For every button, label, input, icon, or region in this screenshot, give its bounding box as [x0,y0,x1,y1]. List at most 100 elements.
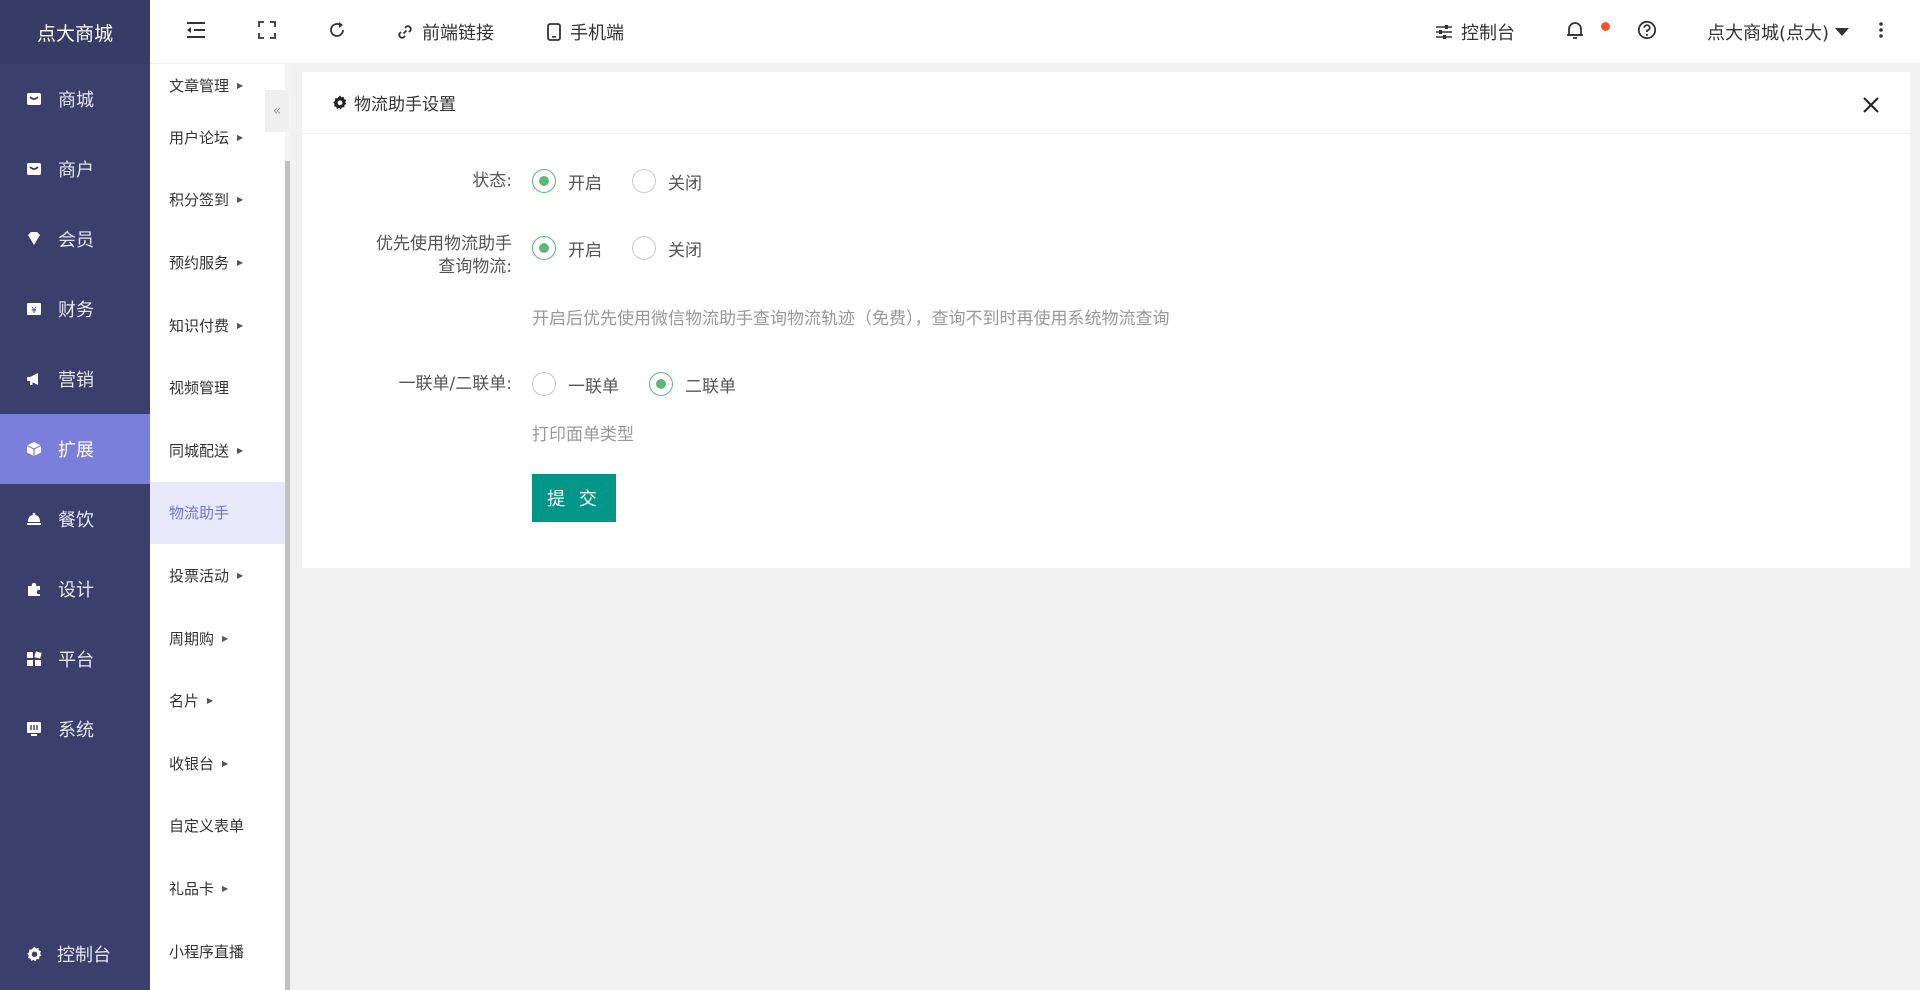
sidebar-item-merchant[interactable]: 商户 [0,134,150,204]
caret-right-icon: ▶ [237,257,244,267]
sidebar-item-platform[interactable]: 平台 [0,624,150,694]
menu-toggle-button[interactable] [186,0,206,64]
subnav-item-voting[interactable]: 投票活动 ▶ [150,544,285,607]
sidebar-item-label: 设计 [58,580,94,601]
sheet-type-label: 一联单/二联单: [398,374,512,394]
merchant-icon [26,161,42,177]
console-button[interactable]: 控制台 [1435,0,1515,64]
caret-right-icon: ▶ [237,80,244,90]
priority-label-line1: 优先使用物流助手 [376,234,512,254]
subnav-item-label: 预约服务 [169,253,230,272]
sliders-icon [1435,23,1453,41]
priority-off-radio[interactable]: 关闭 [632,236,702,261]
status-on-radio[interactable]: 开启 [532,169,602,194]
link-icon [396,23,414,41]
radio-label: 关闭 [668,240,702,261]
submit-button[interactable]: 提 交 [532,474,616,522]
subnav-item-label: 礼品卡 [169,879,215,898]
notification-button[interactable] [1566,0,1584,64]
caret-down-icon [1835,28,1850,36]
status-off-radio[interactable]: 关闭 [632,169,702,194]
sheet-double-radio[interactable]: 二联单 [649,372,736,397]
priority-label: 优先使用物流助手 查询物流: [302,233,512,279]
sidebar-item-dining[interactable]: 餐饮 [0,484,150,554]
sheet-type-hint: 打印面单类型 [532,425,634,445]
mobile-button[interactable]: 手机端 [546,0,624,64]
priority-on-radio[interactable]: 开启 [532,236,602,261]
cube-icon [26,441,42,457]
frontend-link-label: 前端链接 [422,23,494,44]
subnav-item-business-card[interactable]: 名片 ▶ [150,669,285,732]
subnav-item-points-checkin[interactable]: 积分签到 ▶ [150,169,285,232]
more-button[interactable] [1878,0,1884,64]
sheet-type-row: 一联单/二联单: 一联单 二联单 [302,369,1910,399]
sidebar-item-label: 系统 [58,720,94,741]
subnav-item-booking[interactable]: 预约服务 ▶ [150,231,285,294]
subnav-scrollbar-thumb[interactable] [285,161,290,990]
sidebar-item-finance[interactable]: ¥ 财务 [0,274,150,344]
double-chevron-left-icon: « [272,103,282,119]
app-logo[interactable]: 点大商城 [0,0,150,64]
close-icon [1860,97,1882,120]
sidebar-item-extension[interactable]: 扩展 [0,414,150,484]
subnav-collapse-button[interactable]: « [265,90,289,132]
radio-circle [532,169,556,193]
user-name: 点大商城(点大) [1707,23,1830,44]
megaphone-icon [26,371,42,387]
subnav-item-video[interactable]: 视频管理 [150,356,285,419]
subnav-item-local-delivery[interactable]: 同城配送 ▶ [150,419,285,482]
caret-right-icon: ▶ [207,696,214,706]
sidebar-item-label: 商城 [58,90,94,111]
caret-right-icon: ▶ [237,195,244,205]
subnav-item-label: 积分签到 [169,191,230,210]
subnav-item-live-stream[interactable]: 小程序直播 [150,920,285,983]
caret-right-icon: ▶ [237,132,244,142]
sidebar-item-member[interactable]: 会员 [0,204,150,274]
top-bar: 前端链接 手机端 控制台 点大商城(点大) [150,0,1920,64]
frontend-link-button[interactable]: 前端链接 [396,0,494,64]
subnav-item-label: 投票活动 [169,566,230,585]
subnav-item-custom-form[interactable]: 自定义表单 [150,795,285,858]
user-menu[interactable]: 点大商城(点大) [1707,0,1850,64]
panel-header: 物流助手设置 [302,72,1910,134]
sidebar-item-label: 营销 [58,370,94,391]
notification-dot [1601,22,1610,31]
radio-label: 关闭 [668,173,702,194]
radio-label: 开启 [568,173,602,194]
priority-label-line2: 查询物流: [438,257,512,277]
sidebar-item-marketing[interactable]: 营销 [0,344,150,414]
sidebar-item-label: 餐饮 [58,510,94,531]
subnav-item-subscription[interactable]: 周期购 ▶ [150,607,285,670]
gear-icon [332,95,348,111]
bell-icon [1566,20,1584,45]
subnav-item-label: 文章管理 [169,76,230,95]
close-button[interactable] [1860,94,1882,116]
subnav-item-gift-card[interactable]: 礼品卡 ▶ [150,857,285,920]
refresh-icon [327,20,347,45]
main-sidebar: 点大商城 商城 商户 会员 ¥ 财务 营销 扩展 餐饮 设计 平台 系统 控制台 [0,0,150,990]
radio-circle [532,236,556,260]
dining-icon [26,511,42,527]
help-button[interactable] [1637,0,1657,64]
refresh-button[interactable] [327,0,347,64]
subnav-item-label: 物流助手 [169,504,230,523]
caret-right-icon: ▶ [222,633,229,643]
sidebar-item-shop[interactable]: 商城 [0,64,150,134]
console-label: 控制台 [1461,23,1515,44]
caret-right-icon: ▶ [237,445,244,455]
radio-circle [632,169,656,193]
fullscreen-icon [258,20,276,44]
caret-right-icon: ▶ [222,758,229,768]
radio-circle [532,372,556,396]
fullscreen-button[interactable] [258,0,276,64]
subnav-item-logistics-assistant[interactable]: 物流助手 [150,481,285,545]
sidebar-item-design[interactable]: 设计 [0,554,150,624]
subnav-item-paid-knowledge[interactable]: 知识付费 ▶ [150,294,285,357]
subnav-item-label: 同城配送 [169,441,230,460]
member-icon [26,231,42,247]
subnav-item-cashier[interactable]: 收银台 ▶ [150,732,285,795]
shop-icon [26,91,42,107]
sheet-single-radio[interactable]: 一联单 [532,372,619,397]
sidebar-item-system[interactable]: 系统 [0,694,150,764]
sidebar-console-link[interactable]: 控制台 [0,934,150,974]
